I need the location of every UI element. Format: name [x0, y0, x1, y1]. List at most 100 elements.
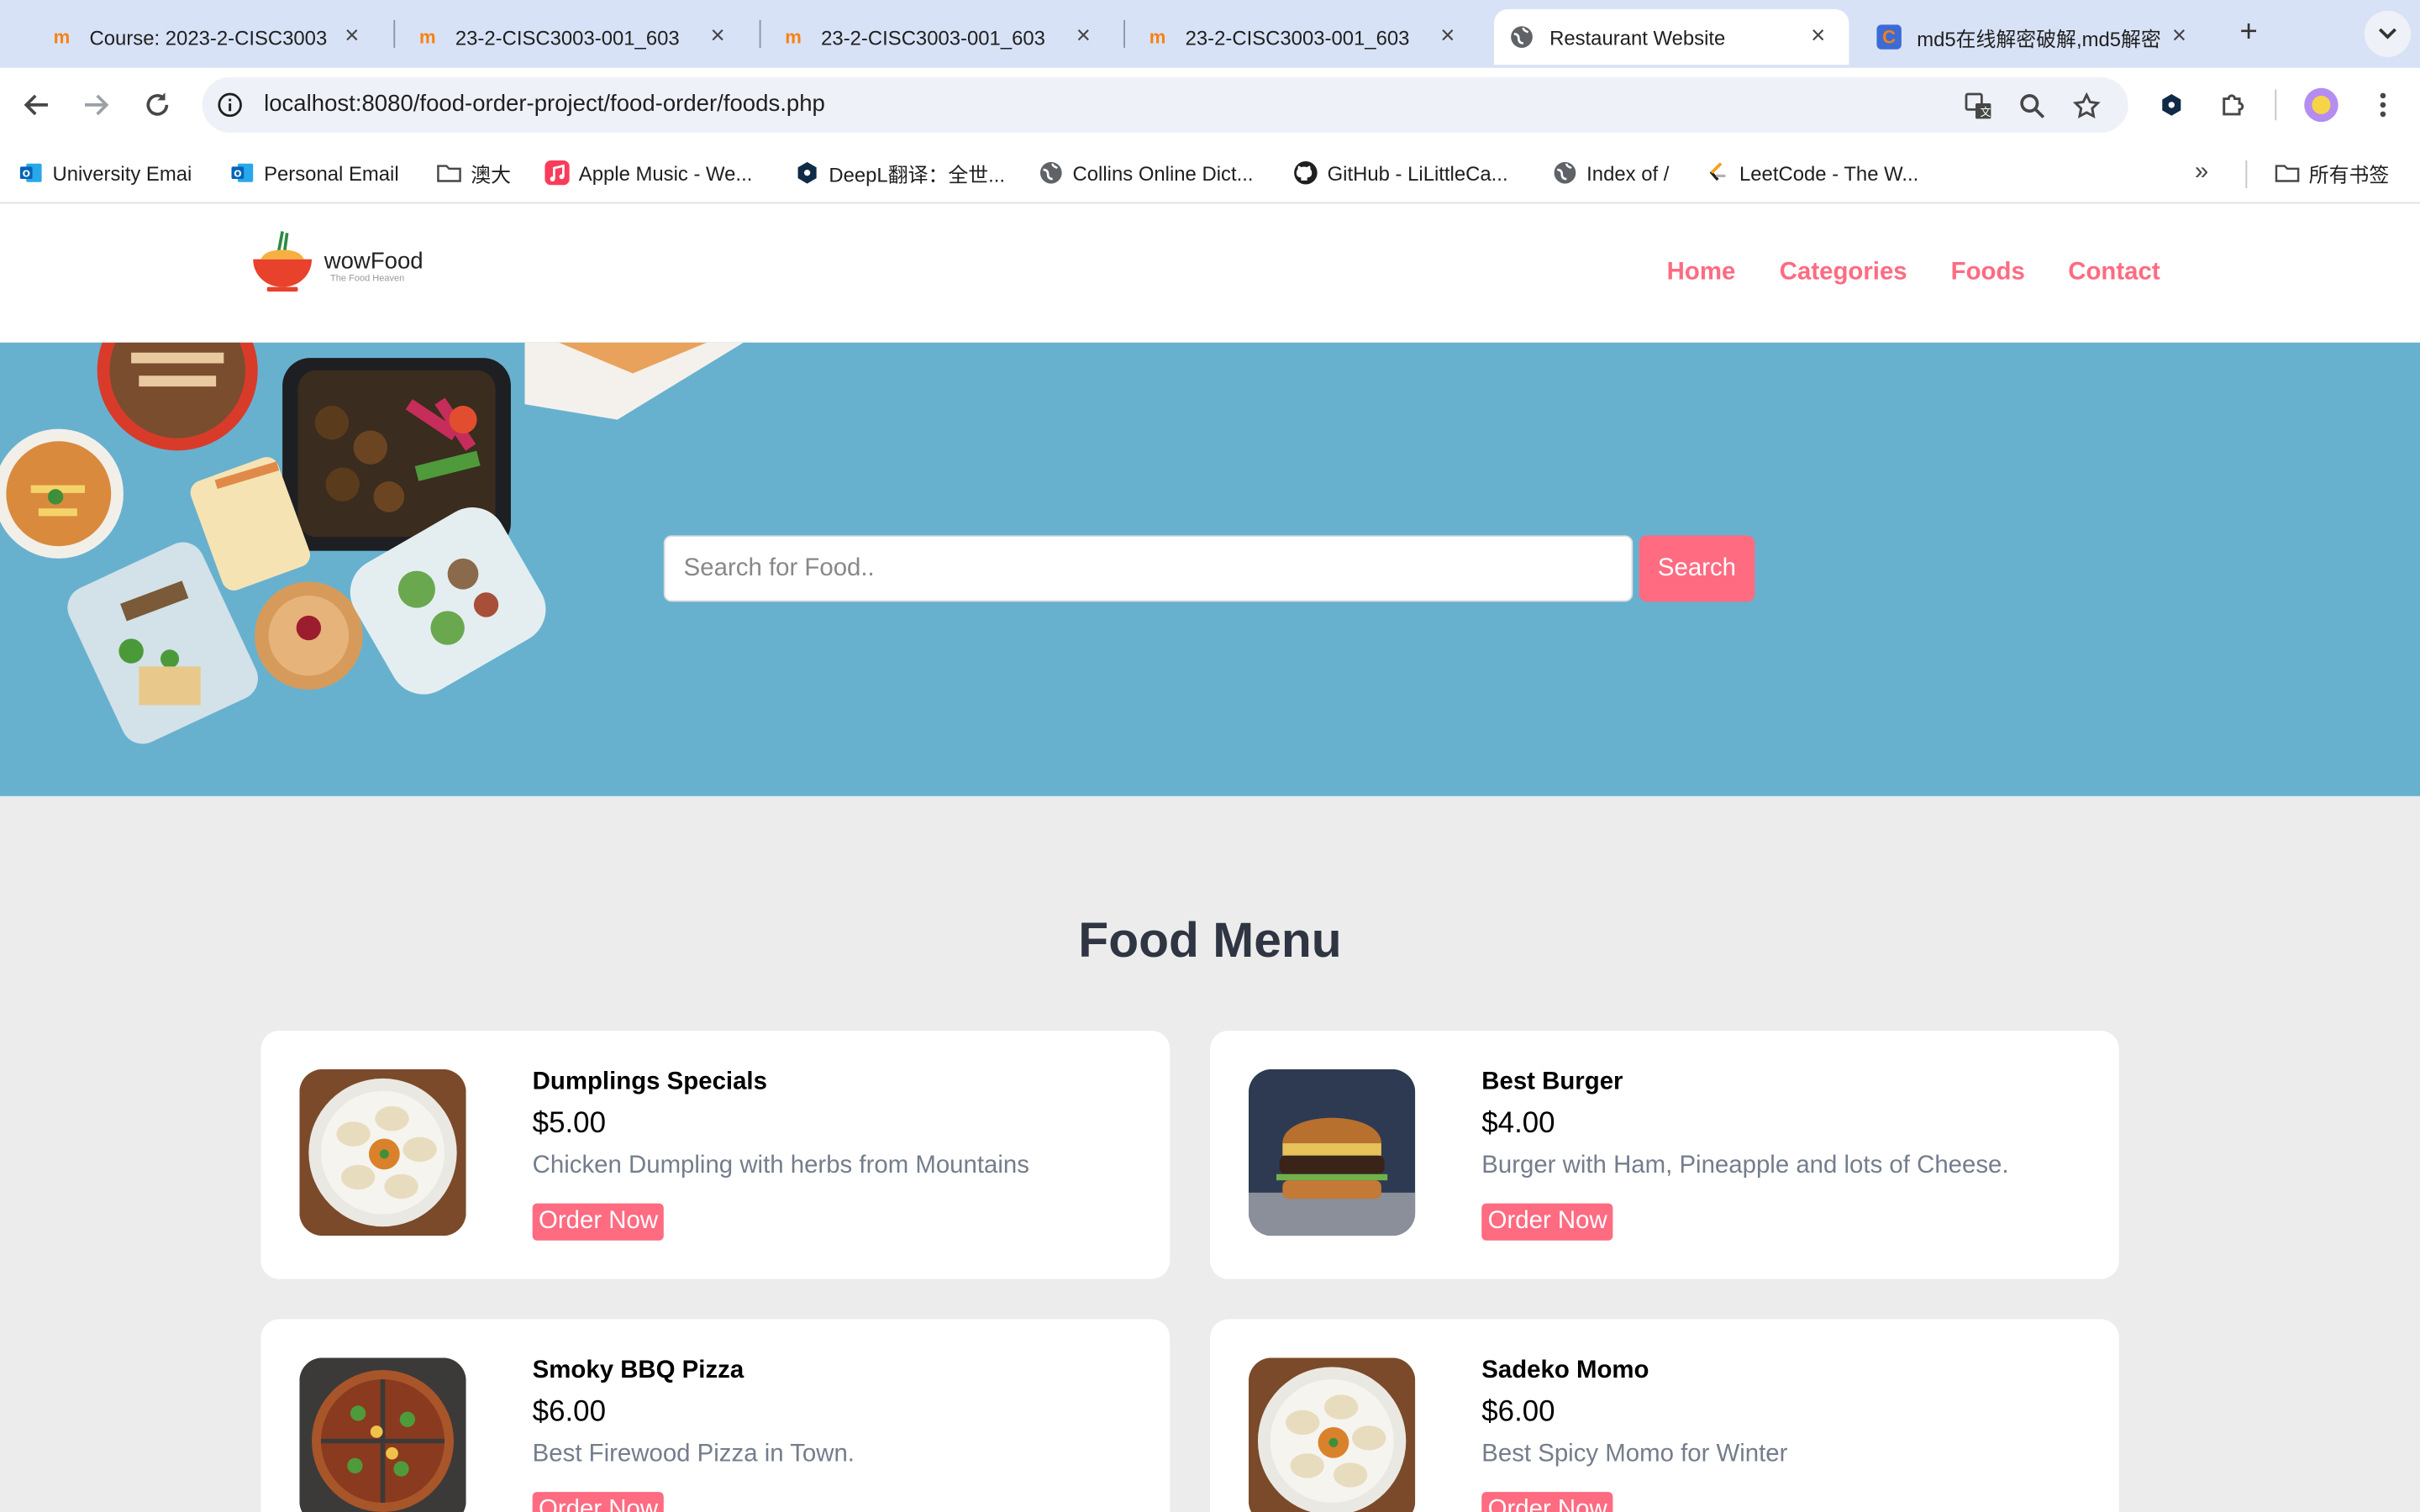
toolbar-divider: [2275, 89, 2277, 121]
food-price: $6.00: [532, 1396, 607, 1429]
moodle-icon: m: [1149, 26, 1166, 48]
site-header: wowFood The Food Heaven Home Categories …: [0, 203, 2420, 343]
browser-tab[interactable]: m 23-2-CISC3003-001_603 ×: [1108, 9, 1479, 65]
cmd5-icon: C: [1876, 24, 1902, 50]
deepl-icon: [795, 160, 819, 185]
browser-tab[interactable]: m 23-2-CISC3003-001_603 ×: [744, 9, 1114, 65]
tab-search-button[interactable]: [2364, 10, 2411, 57]
nav-contact[interactable]: Contact: [2068, 260, 2160, 287]
dumplings-image: [299, 1068, 466, 1236]
bookmark-item[interactable]: GitHub - LiLittleCa...: [1293, 157, 1508, 188]
browser-tab[interactable]: m 23-2-CISC3003-001_603 ×: [378, 9, 749, 65]
globe-icon: [1039, 160, 1063, 185]
bookmark-item[interactable]: Apple Music - We...: [544, 157, 752, 188]
food-bowl-logo-icon: [253, 231, 313, 292]
burger-image: [1248, 1068, 1416, 1236]
extension-deepl-icon[interactable]: [2153, 87, 2190, 123]
reload-button[interactable]: [139, 87, 176, 123]
food-description: Best Firewood Pizza in Town.: [532, 1441, 855, 1467]
food-name: Dumplings Specials: [532, 1068, 767, 1096]
food-name: Sadeko Momo: [1481, 1357, 1649, 1384]
site-logo[interactable]: wowFood The Food Heaven: [249, 228, 450, 306]
browser-toolbar: localhost:8080/food-order-project/food-o…: [0, 67, 2420, 142]
bookmark-label: 所有书签: [2308, 162, 2390, 186]
food-search-input[interactable]: [663, 535, 1634, 602]
browser-tab-active[interactable]: Restaurant Website ×: [1493, 9, 1849, 66]
food-card: Dumplings Specials $5.00 Chicken Dumplin…: [260, 1030, 1171, 1279]
all-bookmarks-folder[interactable]: 所有书签: [2275, 157, 2389, 188]
hero-search-section: Search: [0, 342, 2420, 796]
tab-title: 23-2-CISC3003-001_603: [455, 25, 680, 49]
close-icon[interactable]: ×: [702, 24, 734, 51]
outlook-icon: O: [230, 160, 255, 185]
bookmark-label: Index of /: [1586, 160, 1670, 185]
bookmark-item[interactable]: O University Emai: [18, 157, 192, 188]
address-bar[interactable]: localhost:8080/food-order-project/food-o…: [202, 76, 2128, 133]
tab-title: Course: 2023-2-CISC3003: [89, 25, 328, 49]
bookmark-item[interactable]: O Personal Email: [230, 157, 399, 188]
nav-categories[interactable]: Categories: [1780, 260, 1907, 287]
close-icon[interactable]: ×: [2164, 24, 2195, 51]
chevron-down-icon: [2378, 28, 2396, 39]
tab-title: Restaurant Website: [1549, 25, 1726, 49]
nav-foods[interactable]: Foods: [1951, 260, 2025, 287]
bookmark-star-icon[interactable]: [2071, 91, 2102, 122]
forward-button[interactable]: [77, 87, 114, 123]
browser-tab-strip: m Course: 2023-2-CISC3003 × m 23-2-CISC3…: [0, 0, 2420, 68]
bookmark-label: Collins Online Dict...: [1072, 160, 1254, 185]
order-now-button[interactable]: Order Now: [1481, 1492, 1614, 1512]
globe-icon: [1509, 24, 1534, 49]
food-card: Best Burger $4.00 Burger with Ham, Pinea…: [1210, 1030, 2119, 1279]
order-now-button[interactable]: Order Now: [1481, 1203, 1614, 1241]
pizza-image: [299, 1357, 466, 1512]
food-price: $5.00: [532, 1107, 607, 1141]
bookmark-item[interactable]: DeepL翻译：全世...: [795, 157, 1005, 188]
close-icon[interactable]: ×: [1432, 24, 1463, 51]
profile-avatar[interactable]: [2302, 87, 2339, 123]
momo-image: [1248, 1357, 1416, 1512]
more-bookmarks-chevron-icon[interactable]: »: [2195, 157, 2208, 188]
bookmark-label: LeetCode - The W...: [1739, 160, 1919, 185]
back-button[interactable]: [18, 87, 55, 123]
close-icon[interactable]: ×: [1802, 24, 1833, 51]
more-menu-button[interactable]: [2365, 87, 2402, 123]
bookmark-folder[interactable]: 澳大: [437, 157, 511, 188]
leetcode-icon: [1706, 160, 1730, 185]
extensions-puzzle-icon[interactable]: [2215, 87, 2252, 123]
arrow-left-icon: [24, 94, 48, 116]
nav-home[interactable]: Home: [1667, 260, 1736, 287]
kebab-menu-icon: [2380, 92, 2386, 118]
svg-text:文: 文: [1981, 107, 1991, 119]
browser-tab[interactable]: C md5在线解密破解,md5解密 ×: [1839, 9, 2210, 65]
order-now-button[interactable]: Order Now: [532, 1492, 665, 1512]
food-description: Best Spicy Momo for Winter: [1481, 1441, 1788, 1467]
food-menu-heading: Food Menu: [1078, 911, 1342, 968]
food-price: $6.00: [1481, 1396, 1555, 1429]
search-button[interactable]: Search: [1639, 535, 1755, 602]
food-description: Burger with Ham, Pineapple and lots of C…: [1481, 1152, 2009, 1179]
tab-title: 23-2-CISC3003-001_603: [821, 25, 1045, 49]
translate-icon[interactable]: 文: [1963, 91, 1994, 122]
zoom-icon[interactable]: [2018, 91, 2049, 122]
bookmark-item[interactable]: Index of /: [1553, 157, 1670, 188]
svg-text:O: O: [234, 168, 241, 179]
avatar-icon: [2304, 87, 2338, 123]
moodle-icon: m: [418, 26, 436, 48]
folder-icon: [437, 160, 461, 185]
tab-title: 23-2-CISC3003-001_603: [1185, 25, 1410, 49]
reload-icon: [146, 92, 169, 116]
bookmark-item[interactable]: Collins Online Dict...: [1039, 157, 1254, 188]
apple-music-icon: [544, 160, 570, 186]
url-text[interactable]: localhost:8080/food-order-project/food-o…: [264, 91, 825, 117]
logo-tagline: The Food Heaven: [330, 274, 405, 284]
globe-icon: [1553, 160, 1577, 185]
order-now-button[interactable]: Order Now: [532, 1203, 665, 1241]
svg-text:O: O: [23, 168, 30, 179]
new-tab-button[interactable]: +: [2232, 15, 2265, 49]
browser-tab[interactable]: m Course: 2023-2-CISC3003 ×: [13, 9, 383, 65]
bookmark-item[interactable]: LeetCode - The W...: [1706, 157, 1919, 188]
close-icon[interactable]: ×: [1068, 24, 1099, 51]
site-info-icon[interactable]: [218, 92, 242, 118]
close-icon[interactable]: ×: [336, 24, 367, 51]
food-card: Smoky BBQ Pizza $6.00 Best Firewood Pizz…: [260, 1319, 1171, 1512]
